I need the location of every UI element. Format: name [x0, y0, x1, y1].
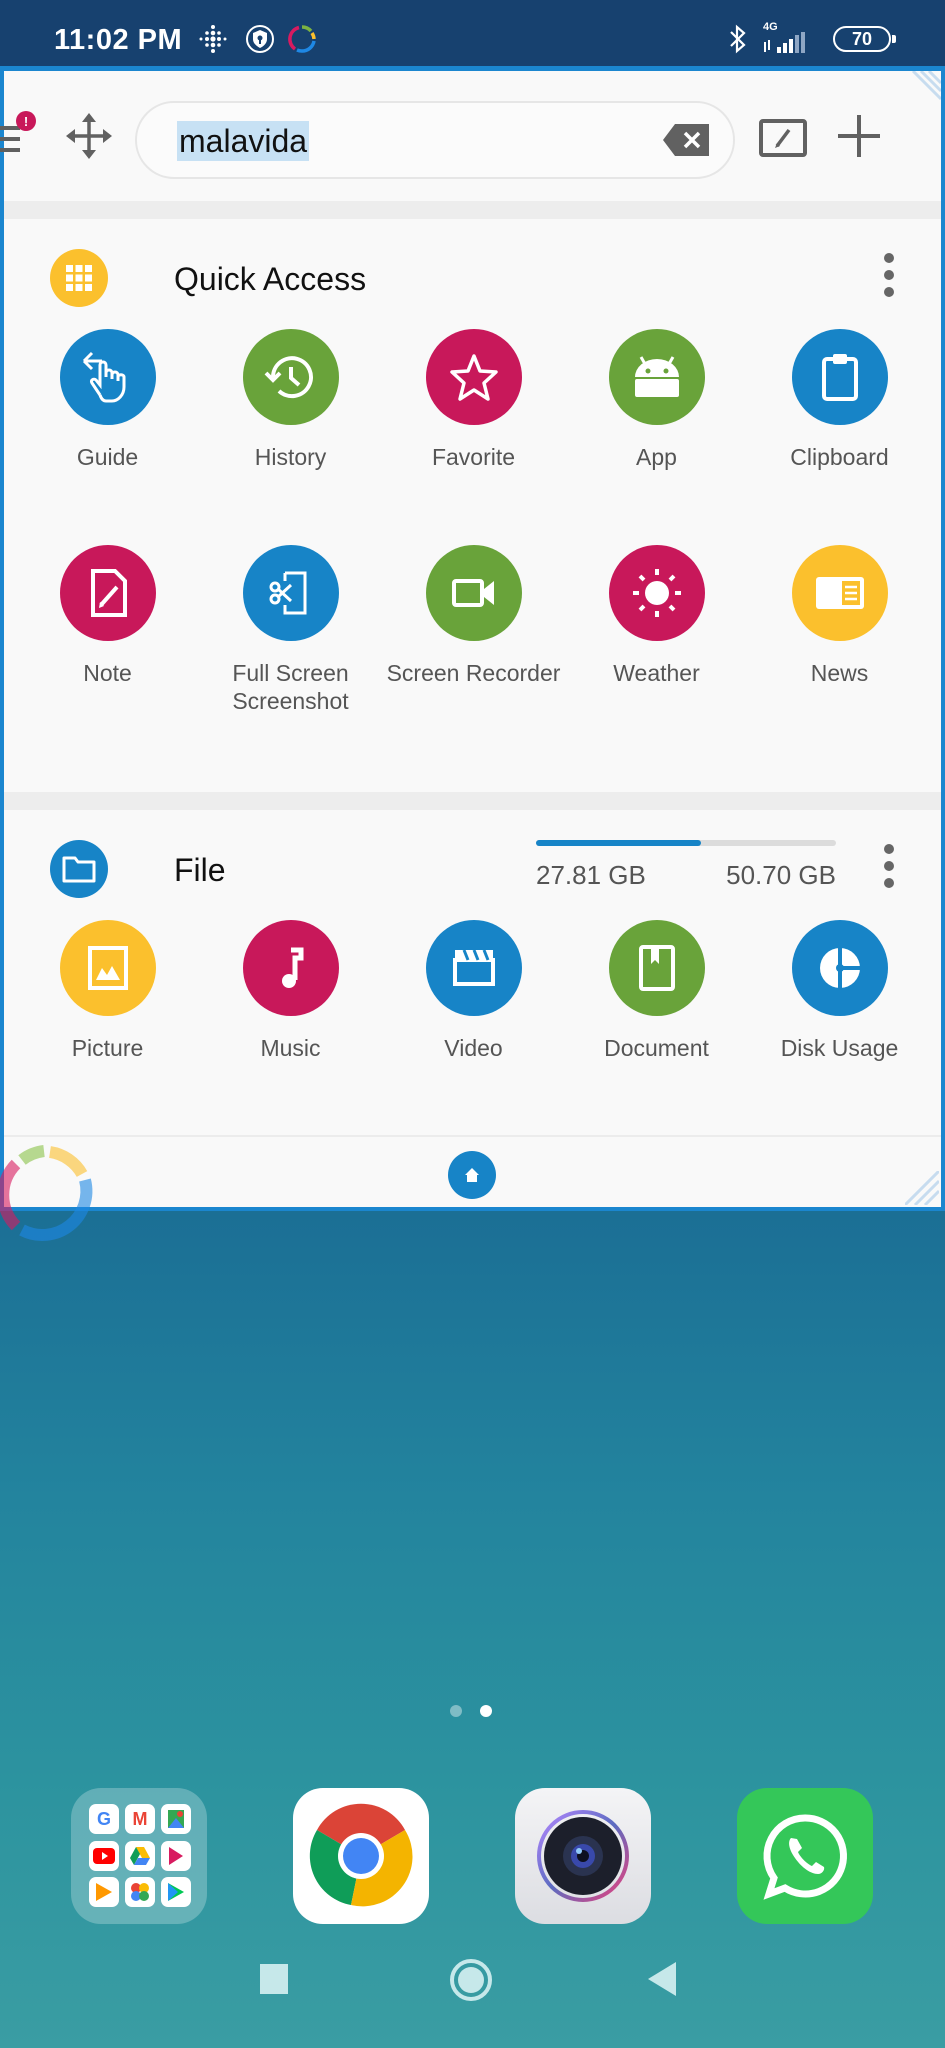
resize-corner-icon[interactable]: [905, 1171, 939, 1205]
recents-button[interactable]: [260, 1964, 288, 1994]
quick-access-note[interactable]: Note: [16, 545, 199, 761]
page-indicator: [450, 1705, 492, 1717]
search-input[interactable]: malavida: [135, 101, 735, 179]
quick-access-app[interactable]: App: [565, 329, 748, 545]
navigation-bar: [0, 1958, 945, 2020]
search-value[interactable]: malavida: [177, 121, 310, 161]
camera-icon: [537, 1810, 629, 1902]
drive-icon: [125, 1840, 155, 1871]
video-camera-icon: [425, 545, 522, 641]
whatsapp-app[interactable]: [737, 1788, 873, 1924]
quick-access-history[interactable]: History: [199, 329, 382, 545]
plus-icon[interactable]: [836, 113, 882, 159]
toolbar: ! malavida: [0, 71, 941, 201]
storage-total: 50.70 GB: [726, 860, 836, 890]
star-icon: [425, 329, 522, 425]
play-store-icon: [161, 1877, 191, 1908]
sync-ring-icon: [288, 25, 316, 53]
file-more-icon[interactable]: [884, 844, 896, 895]
file-document[interactable]: Document: [565, 920, 748, 1136]
clapperboard-icon: [425, 920, 522, 1016]
gmail-icon: M: [125, 1804, 155, 1834]
storage-used: 27.81 GB: [536, 860, 646, 890]
page-dot-2-active[interactable]: [480, 1705, 492, 1717]
home-icon[interactable]: [448, 1151, 496, 1199]
home-button[interactable]: [449, 1958, 493, 2002]
camera-app[interactable]: [515, 1788, 651, 1924]
notification-badge: !: [16, 111, 36, 131]
folder-icon: [50, 840, 108, 898]
youtube-icon: [89, 1840, 119, 1871]
quick-access-clipboard[interactable]: Clipboard: [748, 329, 931, 545]
floating-ring-icon[interactable]: [0, 1140, 102, 1250]
signal-icon: 4G: [763, 21, 819, 54]
guide-hand-icon: [59, 329, 156, 425]
bottom-bar: [4, 1135, 941, 1207]
edit-icon[interactable]: [759, 119, 807, 157]
disk-usage-icon: [791, 920, 888, 1016]
move-icon[interactable]: [66, 113, 112, 159]
quick-access-news[interactable]: News: [748, 545, 931, 761]
fitbit-icon: [199, 25, 227, 53]
file-disk-usage[interactable]: Disk Usage: [748, 920, 931, 1136]
status-bar: 11:02 PM 4G 70: [0, 0, 945, 68]
file-section: File 27.81 GB 50.70 GB Picture Music Vid…: [4, 810, 941, 1130]
photos-icon: [125, 1877, 155, 1908]
android-icon: [608, 329, 705, 425]
floating-window: ! malavida Quick Access Guide History Fa…: [0, 66, 945, 1211]
file-music[interactable]: Music: [199, 920, 382, 1136]
storage-usage[interactable]: 27.81 GB 50.70 GB: [536, 840, 836, 891]
play-music-icon: [89, 1877, 119, 1908]
quick-access-more-icon[interactable]: [884, 253, 896, 304]
divider: [4, 201, 941, 219]
file-picture[interactable]: Picture: [16, 920, 199, 1136]
picture-icon: [59, 920, 156, 1016]
page-dot-1[interactable]: [450, 1705, 462, 1717]
quick-access-favorite[interactable]: Favorite: [382, 329, 565, 545]
whatsapp-icon: [763, 1814, 847, 1900]
maps-icon: [161, 1804, 191, 1834]
quick-access-screen-recorder[interactable]: Screen Recorder: [382, 545, 565, 761]
quick-access-guide[interactable]: Guide: [16, 329, 199, 545]
screenshot-icon: [242, 545, 339, 641]
quick-access-full-screen-screenshot[interactable]: Full Screen Screenshot: [199, 545, 382, 761]
music-note-icon: [242, 920, 339, 1016]
history-icon: [242, 329, 339, 425]
note-icon: [59, 545, 156, 641]
document-icon: [608, 920, 705, 1016]
storage-bar-fill: [536, 840, 701, 846]
resize-handle-icon[interactable]: [907, 71, 941, 105]
battery-icon: 70: [833, 26, 896, 52]
sun-icon: [608, 545, 705, 641]
quick-access-section: Quick Access Guide History Favorite App …: [4, 219, 941, 792]
google-folder[interactable]: G M: [71, 1788, 207, 1924]
storage-bar: [536, 840, 836, 846]
quick-access-grid-icon: [50, 249, 108, 307]
file-video[interactable]: Video: [382, 920, 565, 1136]
quick-access-weather[interactable]: Weather: [565, 545, 748, 761]
news-icon: [791, 545, 888, 641]
clear-icon[interactable]: [663, 124, 709, 156]
bluetooth-icon: [730, 24, 746, 54]
play-movies-icon: [161, 1840, 191, 1871]
file-title: File: [174, 852, 226, 888]
google-icon: G: [89, 1804, 119, 1834]
chrome-app[interactable]: [293, 1788, 429, 1924]
clipboard-icon: [791, 329, 888, 425]
chrome-icon: [309, 1803, 413, 1907]
quick-access-title: Quick Access: [174, 261, 367, 297]
menu-icon[interactable]: [0, 126, 20, 159]
vpn-shield-icon: [246, 25, 274, 53]
back-button[interactable]: [648, 1962, 676, 1996]
divider: [4, 792, 941, 810]
clock: 11:02 PM: [54, 24, 183, 56]
